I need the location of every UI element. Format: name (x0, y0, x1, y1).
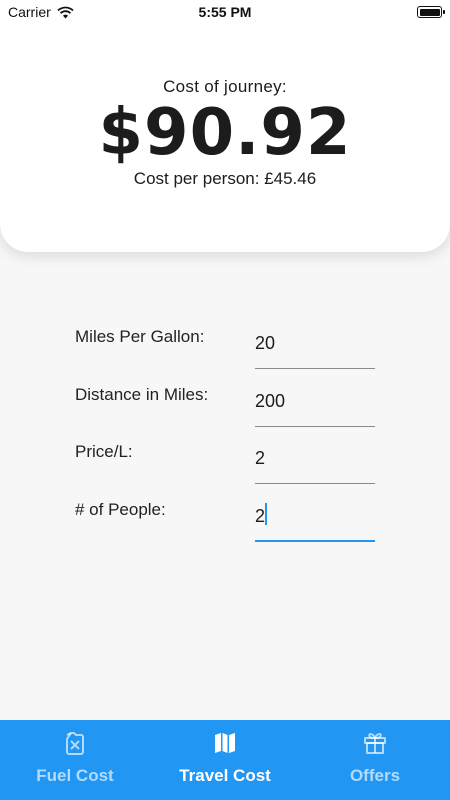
people-label: # of People: (75, 500, 166, 519)
people-input[interactable] (255, 486, 375, 542)
status-time: 5:55 PM (198, 4, 252, 20)
people-row: # of People: (75, 486, 375, 542)
nav-label-fuel-cost: Fuel Cost (36, 766, 114, 785)
mpg-row: Miles Per Gallon: (75, 313, 375, 369)
text-cursor (265, 503, 267, 525)
bottom-nav: Fuel Cost Travel Cost Offers (0, 720, 450, 800)
journey-cost-card: Cost of journey: $90.92 Cost per person:… (0, 0, 450, 252)
cost-per-person: Cost per person: £45.46 (133, 169, 317, 188)
mpg-input[interactable] (255, 313, 375, 369)
nav-item-fuel-cost[interactable]: Fuel Cost (0, 720, 150, 800)
map-icon (215, 733, 235, 753)
price-label: Price/L: (75, 442, 133, 461)
nav-item-travel-cost[interactable]: Travel Cost (150, 720, 300, 800)
mpg-label: Miles Per Gallon: (75, 327, 205, 346)
nav-item-offers[interactable]: Offers (300, 720, 450, 800)
journey-cost-amount: $90.92 (98, 96, 352, 170)
nav-label-offers: Offers (349, 766, 401, 785)
status-bar: Carrier 5:55 PM (0, 0, 450, 26)
price-row: Price/L: (75, 428, 375, 484)
nav-label-travel-cost: Travel Cost (179, 766, 271, 785)
status-right (417, 4, 445, 21)
distance-row: Distance in Miles: (75, 371, 375, 427)
fuel-can-icon (66, 732, 84, 755)
journey-cost-title: Cost of journey: (163, 77, 287, 96)
travel-cost-screen: Carrier 5:55 PM Cost of journey: $90.92 … (0, 0, 450, 800)
distance-input[interactable] (255, 371, 375, 427)
price-input[interactable] (255, 428, 375, 484)
distance-label: Distance in Miles: (75, 385, 209, 404)
battery-icon (417, 6, 445, 18)
gift-icon (364, 733, 386, 754)
